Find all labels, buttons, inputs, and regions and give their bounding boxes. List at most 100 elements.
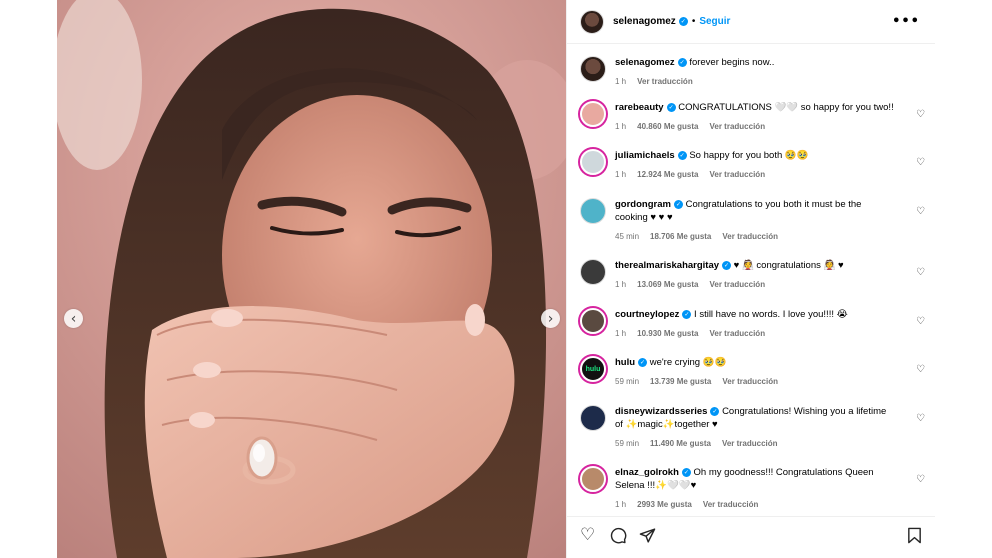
caption: selenagomez ✓ forever begins now.. 1 h Ver… bbox=[580, 56, 925, 88]
verified-badge-icon: ✓ bbox=[682, 309, 692, 319]
comment-username[interactable]: elnaz_golrokh bbox=[615, 467, 679, 478]
post-actions-bar: ♡ bbox=[567, 516, 936, 558]
heart-icon[interactable]: ♡ bbox=[916, 413, 925, 424]
photo-illustration bbox=[57, 0, 566, 558]
comment-likes[interactable]: 12.924 Me gusta bbox=[637, 170, 698, 179]
comment-likes[interactable]: 13.069 Me gusta bbox=[637, 280, 698, 289]
comment-username[interactable]: disneywizardsseries bbox=[615, 406, 707, 417]
hulu-logo-icon[interactable]: hulu bbox=[580, 356, 606, 382]
comment-time[interactable]: 45 min bbox=[615, 232, 639, 241]
list-item: courtneylopez ✓ I still have no words. I … bbox=[580, 308, 925, 340]
list-item: rarebeauty ✓ CONGRATULATIONS 🤍🤍 so happy … bbox=[580, 101, 925, 133]
comment-likes[interactable]: 11.490 Me gusta bbox=[650, 439, 711, 448]
avatar[interactable] bbox=[580, 149, 606, 175]
author-username[interactable]: selenagomez bbox=[613, 16, 676, 27]
verified-badge-icon: ✓ bbox=[677, 150, 687, 160]
comment-username[interactable]: therealmariskahargitay bbox=[615, 260, 719, 271]
comment-likes[interactable]: 2993 Me gusta bbox=[637, 500, 692, 509]
comment-likes[interactable]: 18.706 Me gusta bbox=[650, 232, 711, 241]
post-side-panel: selenagomez ✓ • Seguir ••• selenagomez ✓ … bbox=[566, 0, 936, 558]
backdrop-right bbox=[935, 0, 992, 558]
list-item: elnaz_golrokh ✓ Oh my goodness!!! Congrat… bbox=[580, 466, 925, 511]
list-item: therealmariskahargitay ✓ ♥ 👰 congratulati… bbox=[580, 259, 925, 291]
verified-badge-icon: ✓ bbox=[666, 102, 676, 112]
heart-icon[interactable]: ♡ bbox=[916, 474, 925, 485]
comment-username[interactable]: juliamichaels bbox=[615, 150, 675, 161]
verified-badge-icon: ✓ bbox=[681, 467, 691, 477]
comment-time[interactable]: 1 h bbox=[615, 170, 626, 179]
chevron-left-icon[interactable]: ‹ bbox=[64, 309, 83, 328]
more-options-icon[interactable]: ••• bbox=[892, 14, 920, 29]
comment-text: CONGRATULATIONS 🤍🤍 so happy for you two!… bbox=[678, 102, 894, 113]
avatar[interactable] bbox=[580, 198, 606, 224]
avatar[interactable] bbox=[580, 101, 606, 127]
post-header: selenagomez ✓ • Seguir ••• bbox=[567, 0, 936, 44]
caption-username[interactable]: selenagomez bbox=[615, 57, 675, 68]
comment-time[interactable]: 59 min bbox=[615, 377, 639, 386]
avatar[interactable] bbox=[580, 56, 606, 82]
heart-icon[interactable]: ♡ bbox=[916, 109, 925, 120]
translate-link[interactable]: Ver traducción bbox=[710, 329, 766, 338]
comment-time[interactable]: 1 h bbox=[615, 500, 626, 509]
comment-text: So happy for you both 🥹🥹 bbox=[689, 150, 809, 161]
comments-list[interactable]: selenagomez ✓ forever begins now.. 1 h Ver… bbox=[567, 44, 936, 516]
comment-icon[interactable] bbox=[610, 527, 627, 548]
list-item: hulu hulu ✓ we're crying 🥹🥹 59 min 13.739 … bbox=[580, 356, 925, 388]
avatar[interactable] bbox=[580, 308, 606, 334]
comment-likes[interactable]: 10.930 Me gusta bbox=[637, 329, 698, 338]
avatar[interactable] bbox=[580, 259, 606, 285]
comment-time[interactable]: 59 min bbox=[615, 439, 639, 448]
translate-link[interactable]: Ver traducción bbox=[710, 280, 766, 289]
share-icon[interactable] bbox=[639, 527, 656, 548]
heart-icon[interactable]: ♡ bbox=[916, 267, 925, 278]
share-icon-svg bbox=[639, 528, 656, 543]
caption-text: forever begins now.. bbox=[689, 57, 775, 68]
comment-username[interactable]: hulu bbox=[615, 357, 635, 368]
comment-username[interactable]: courtneylopez bbox=[615, 309, 679, 320]
verified-badge-icon: ✓ bbox=[673, 199, 683, 209]
comment-time[interactable]: 1 h bbox=[615, 122, 626, 131]
bookmark-icon[interactable] bbox=[907, 527, 922, 548]
instagram-post-view: ‹ › selenagomez ✓ • Seguir ••• selenagom… bbox=[0, 0, 992, 558]
list-item: gordongram ✓ Congratulations to you both … bbox=[580, 198, 925, 243]
translate-link[interactable]: Ver traducción bbox=[710, 122, 766, 131]
post-photo bbox=[57, 0, 566, 558]
comment-likes[interactable]: 40.860 Me gusta bbox=[637, 122, 698, 131]
backdrop-left bbox=[0, 0, 57, 558]
follow-button[interactable]: Seguir bbox=[699, 16, 730, 27]
heart-icon[interactable]: ♡ bbox=[916, 364, 925, 375]
avatar[interactable] bbox=[580, 9, 604, 34]
comment-text: we're crying 🥹🥹 bbox=[649, 357, 727, 368]
comment-time[interactable]: 1 h bbox=[615, 329, 626, 338]
comment-likes[interactable]: 13.739 Me gusta bbox=[650, 377, 711, 386]
heart-icon[interactable]: ♡ bbox=[916, 316, 925, 327]
comment-username[interactable]: rarebeauty bbox=[615, 102, 664, 113]
translate-link[interactable]: Ver traducción bbox=[637, 77, 693, 86]
verified-badge-icon: ✓ bbox=[677, 57, 687, 67]
heart-icon[interactable]: ♡ bbox=[580, 527, 595, 544]
comment-text: ♥ 👰 congratulations 👰 ♥ bbox=[733, 260, 844, 271]
comment-text: I still have no words. I love you!!!! 😭 bbox=[694, 309, 848, 320]
caption-time[interactable]: 1 h bbox=[615, 77, 626, 86]
header-separator: • bbox=[691, 16, 696, 27]
heart-icon[interactable]: ♡ bbox=[916, 206, 925, 217]
verified-badge-icon: ✓ bbox=[710, 406, 720, 416]
verified-badge-icon: ✓ bbox=[678, 17, 688, 26]
comment-icon-svg bbox=[610, 527, 627, 544]
list-item: disneywizardsseries ✓ Congratulations! Wi… bbox=[580, 405, 925, 450]
translate-link[interactable]: Ver traducción bbox=[722, 232, 778, 241]
verified-badge-icon: ✓ bbox=[722, 260, 732, 270]
translate-link[interactable]: Ver traducción bbox=[710, 170, 766, 179]
translate-link[interactable]: Ver traducción bbox=[722, 377, 778, 386]
comment-time[interactable]: 1 h bbox=[615, 280, 626, 289]
bookmark-icon-svg bbox=[908, 527, 921, 544]
verified-badge-icon: ✓ bbox=[638, 357, 648, 367]
avatar[interactable] bbox=[580, 405, 606, 431]
avatar[interactable] bbox=[580, 466, 606, 492]
chevron-right-icon[interactable]: › bbox=[541, 309, 560, 328]
heart-icon[interactable]: ♡ bbox=[916, 157, 925, 168]
comment-username[interactable]: gordongram bbox=[615, 199, 671, 210]
translate-link[interactable]: Ver traducción bbox=[722, 439, 778, 448]
list-item: juliamichaels ✓ So happy for you both 🥹🥹 … bbox=[580, 149, 925, 181]
translate-link[interactable]: Ver traducción bbox=[703, 500, 759, 509]
